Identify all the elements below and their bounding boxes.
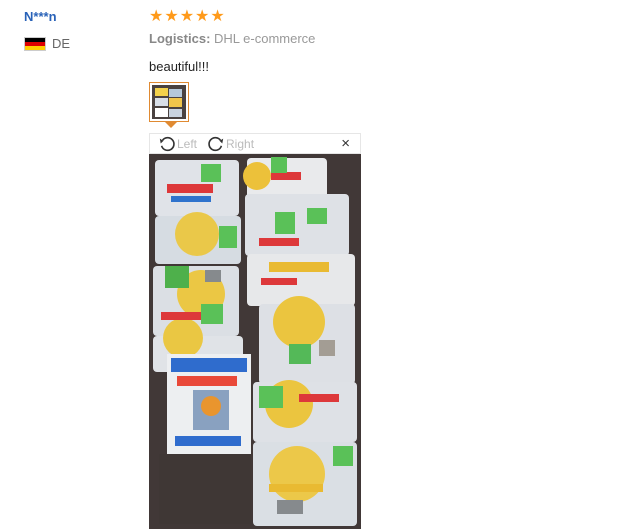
image-viewer-toolbar: Left Right ×	[149, 133, 361, 154]
star-rating: ★ ★ ★ ★ ★	[149, 8, 609, 26]
star-icon: ★	[179, 8, 195, 25]
reviewer-name[interactable]: N***n	[24, 8, 134, 26]
star-icon: ★	[149, 8, 164, 25]
thumbnail-pointer	[165, 122, 177, 128]
logistics-label: Logistics:	[149, 31, 211, 46]
rotate-left-icon	[159, 136, 175, 151]
germany-flag-icon	[24, 36, 46, 51]
thumbnail-image	[152, 85, 186, 119]
review-photo-thumbnail[interactable]	[149, 82, 189, 122]
review-content: ★ ★ ★ ★ ★ Logistics: DHL e-commerce beau…	[149, 8, 609, 75]
logistics-info: Logistics: DHL e-commerce	[149, 31, 609, 46]
rotate-right-icon	[208, 136, 224, 151]
rotate-right-button[interactable]: Right	[207, 135, 254, 153]
star-icon: ★	[164, 8, 179, 25]
review-text: beautiful!!!	[149, 59, 209, 74]
photo-image	[149, 154, 361, 529]
close-icon[interactable]: ×	[341, 135, 350, 152]
logistics-value: DHL e-commerce	[214, 31, 316, 46]
reviewer-info: N***n DE	[24, 8, 134, 51]
rotate-left-button[interactable]: Left	[158, 135, 197, 153]
rotate-right-label: Right	[226, 136, 255, 151]
review-photo-large	[149, 154, 361, 529]
rotate-left-label: Left	[177, 136, 198, 151]
country-code: DE	[52, 36, 71, 51]
star-icon: ★	[195, 8, 210, 25]
reviewer-country: DE	[24, 36, 134, 51]
star-icon: ★	[210, 8, 225, 25]
